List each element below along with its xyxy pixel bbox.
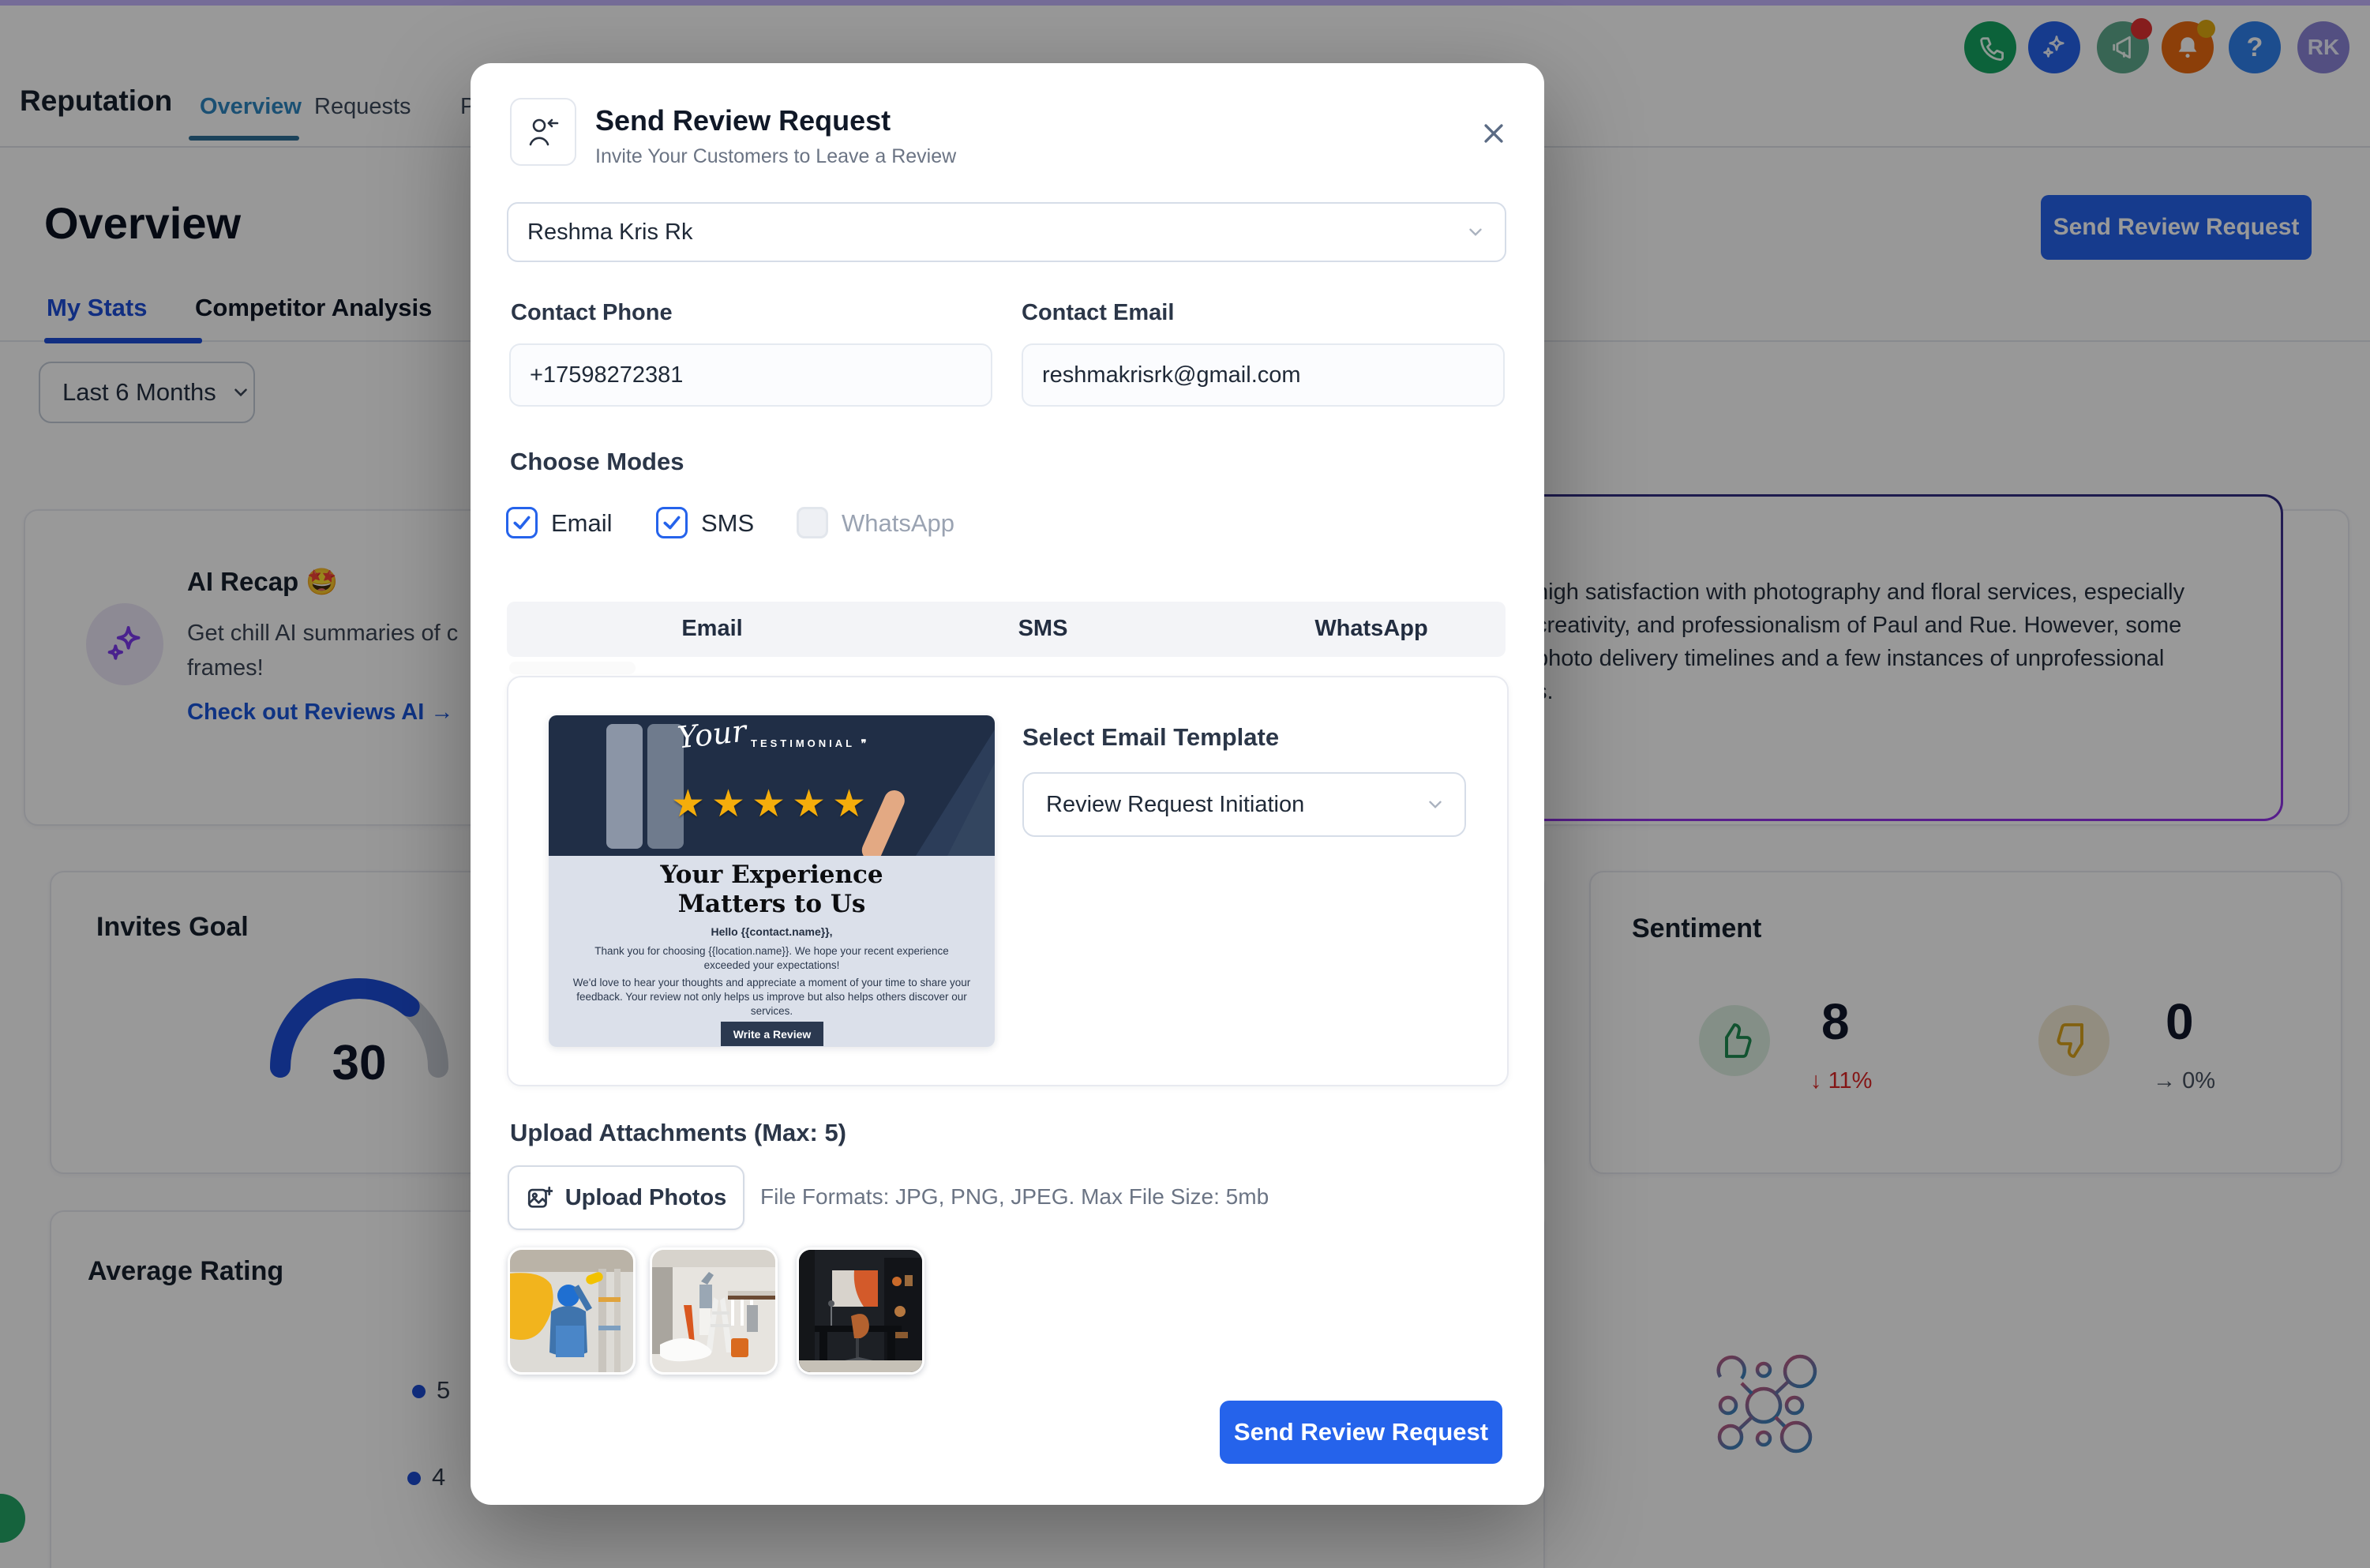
contact-phone-label: Contact Phone xyxy=(511,300,673,326)
choose-modes-label: Choose Modes xyxy=(510,448,684,476)
modal-icon-box xyxy=(510,98,576,166)
tab-whatsapp[interactable]: WhatsApp xyxy=(1292,616,1450,642)
active-tab-pill xyxy=(509,662,636,674)
check-icon xyxy=(512,512,532,533)
painter-photo xyxy=(510,1250,633,1372)
email-checkbox[interactable] xyxy=(506,507,538,538)
close-icon[interactable] xyxy=(1480,120,1507,147)
write-a-review-button[interactable]: Write a Review xyxy=(721,1022,823,1046)
image-plus-icon xyxy=(526,1184,553,1211)
dark-office-photo xyxy=(799,1250,922,1372)
recipient-select[interactable]: Reshma Kris Rk xyxy=(507,202,1506,262)
attachment-thumb-interior[interactable] xyxy=(650,1247,778,1375)
check-icon xyxy=(662,512,682,533)
contact-email-label: Contact Email xyxy=(1022,300,1174,326)
email-template-card: Your TESTIMONIAL ❞ ★★★★★ Your Experience… xyxy=(507,676,1509,1086)
attachment-thumb-painter[interactable] xyxy=(508,1247,636,1375)
template-select[interactable]: Review Request Initiation xyxy=(1022,772,1466,837)
sms-mode-label: SMS xyxy=(701,509,754,538)
preview-greeting: Hello {{contact.name}}, xyxy=(549,925,995,938)
whatsapp-mode-label: WhatsApp xyxy=(842,509,954,538)
recipient-value: Reshma Kris Rk xyxy=(527,219,693,246)
preview-brand-caps: TESTIMONIAL ❞ xyxy=(751,737,870,750)
chevron-down-icon xyxy=(1465,222,1486,242)
preview-body: Your Experience Matters to Us Hello {{co… xyxy=(549,856,995,1047)
channel-tabs: Email SMS WhatsApp xyxy=(507,602,1506,657)
preview-heading: Your Experience Matters to Us xyxy=(549,861,995,919)
interior-painting-photo xyxy=(652,1250,775,1372)
contact-phone-field[interactable] xyxy=(509,343,992,407)
modal-subtitle: Invite Your Customers to Leave a Review xyxy=(595,145,956,168)
upload-attachments-label: Upload Attachments (Max: 5) xyxy=(510,1119,846,1147)
preview-paragraph-2: We'd love to hear your thoughts and appr… xyxy=(572,976,971,1018)
sms-checkbox[interactable] xyxy=(656,507,688,538)
template-value: Review Request Initiation xyxy=(1046,792,1304,818)
modal-title: Send Review Request xyxy=(595,104,891,137)
preview-header-image: Your TESTIMONIAL ❞ ★★★★★ xyxy=(549,715,995,856)
tab-sms[interactable]: SMS xyxy=(964,616,1122,642)
contact-email-field[interactable] xyxy=(1022,343,1505,407)
chevron-down-icon xyxy=(1425,794,1446,815)
attachment-thumb-office[interactable] xyxy=(797,1247,924,1375)
template-select-label: Select Email Template xyxy=(1022,723,1279,752)
preview-stars: ★★★★★ xyxy=(549,782,995,826)
whatsapp-checkbox[interactable] xyxy=(797,507,828,538)
preview-paragraph-1: Thank you for choosing {{location.name}}… xyxy=(572,944,971,973)
send-review-request-modal: Send Review Request Invite Your Customer… xyxy=(471,63,1544,1505)
email-mode-label: Email xyxy=(551,509,613,538)
send-review-request-submit-button[interactable]: Send Review Request xyxy=(1220,1401,1502,1464)
upload-photos-button[interactable]: Upload Photos xyxy=(508,1165,744,1230)
upload-hint: File Formats: JPG, PNG, JPEG. Max File S… xyxy=(760,1184,1269,1210)
screen: Reputation Overview Requests P xyxy=(0,0,2370,1568)
tab-email[interactable]: Email xyxy=(633,616,791,642)
email-template-preview: Your TESTIMONIAL ❞ ★★★★★ Your Experience… xyxy=(549,715,995,1047)
user-invite-icon xyxy=(526,114,561,149)
quote-icon: ❞ xyxy=(861,737,870,749)
preview-brand-script: Your xyxy=(676,715,748,755)
